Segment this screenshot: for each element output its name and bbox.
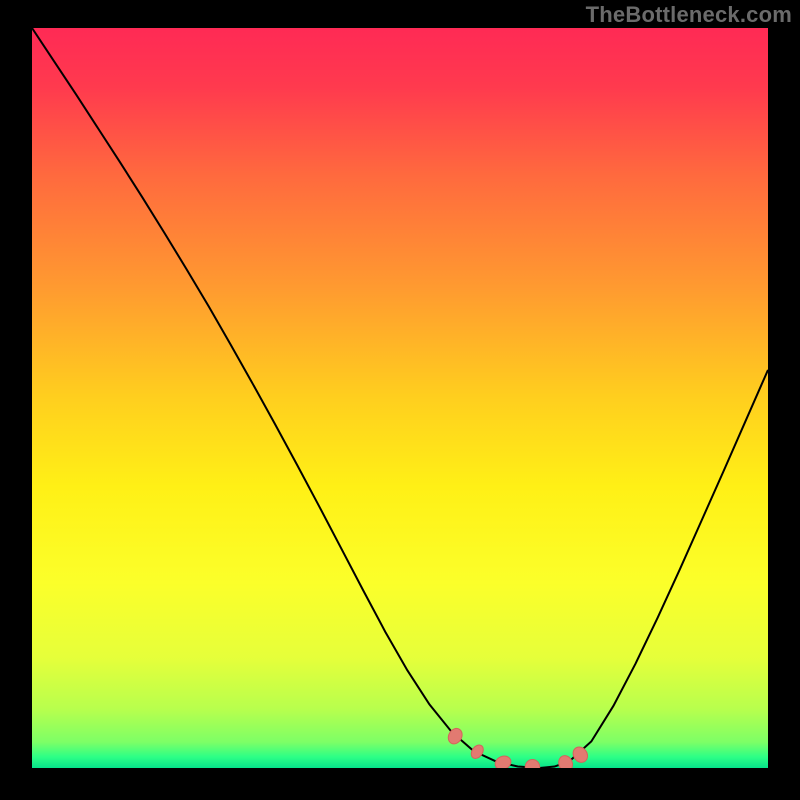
plot-area	[32, 28, 768, 768]
chart-svg	[32, 28, 768, 768]
chart-frame: TheBottleneck.com	[0, 0, 800, 800]
watermark-text: TheBottleneck.com	[586, 2, 792, 28]
